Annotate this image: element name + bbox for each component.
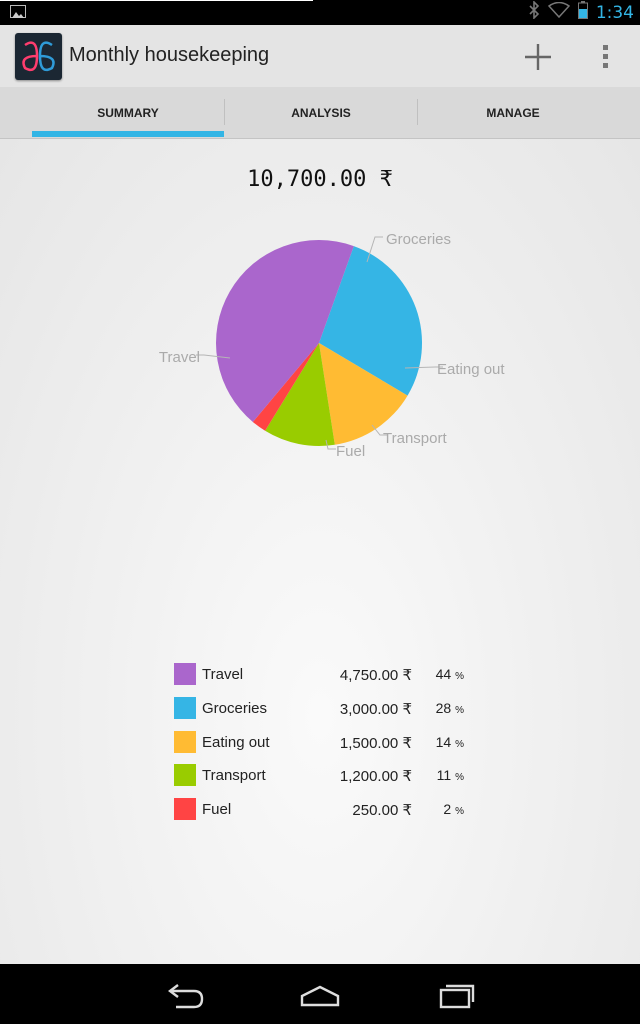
back-icon[interactable] (160, 978, 210, 1012)
pie-label: Transport (383, 430, 447, 447)
legend-name: Groceries (202, 700, 268, 717)
pie-label: Groceries (386, 231, 451, 248)
add-icon[interactable] (522, 41, 554, 73)
status-bar: 1:34 (0, 0, 640, 25)
pie-label: Fuel (336, 443, 365, 460)
legend-swatch (174, 663, 196, 685)
legend-percent: 11 % (436, 767, 464, 783)
legend-name: Fuel (202, 801, 232, 818)
status-time: 1:34 (595, 2, 634, 23)
legend-swatch (174, 798, 196, 820)
legend-swatch (174, 764, 196, 786)
legend-row: Groceries 3,000.00 ₹ 28 % (174, 697, 474, 719)
overflow-menu-icon[interactable] (600, 43, 612, 71)
legend-row: Fuel 250.00 ₹ 2 % (174, 798, 474, 820)
pie-label: Eating out (437, 361, 505, 378)
navigation-bar (0, 964, 640, 1024)
legend-name: Eating out (202, 734, 270, 751)
wifi-icon (547, 1, 570, 23)
tab-selected-indicator (32, 131, 224, 137)
bluetooth-icon (528, 0, 540, 24)
legend-percent: 2 % (443, 801, 464, 817)
legend-amount: 1,200.00 ₹ (339, 768, 412, 785)
legend-percent: 44 % (435, 666, 464, 682)
app-logo-icon[interactable] (15, 33, 62, 80)
legend-name: Transport (202, 767, 266, 784)
status-progress (0, 0, 313, 1)
tab-manage[interactable]: MANAGE (418, 87, 608, 138)
legend-amount: 3,000.00 ₹ (339, 701, 412, 718)
legend-swatch (174, 731, 196, 753)
legend-name: Travel (202, 666, 244, 683)
battery-icon (577, 1, 588, 24)
tab-analysis[interactable]: ANALYSIS (225, 87, 417, 138)
home-icon[interactable] (295, 978, 345, 1012)
legend-row: Transport 1,200.00 ₹ 11 % (174, 764, 474, 786)
legend-amount: 1,500.00 ₹ (339, 735, 412, 752)
action-bar: Monthly housekeeping (0, 25, 640, 88)
legend-percent: 14 % (435, 734, 464, 750)
legend-amount: 250.00 ₹ (352, 802, 412, 819)
recents-icon[interactable] (432, 978, 482, 1012)
pie-label: Travel (159, 349, 200, 366)
legend-percent: 28 % (435, 700, 464, 716)
image-notification-icon (10, 5, 26, 18)
pie-chart: Groceries Eating out Transport Fuel Travel (159, 231, 506, 460)
legend-amount: 4,750.00 ₹ (339, 667, 412, 684)
legend-row: Travel 4,750.00 ₹ 44 % (174, 663, 474, 685)
app-title: Monthly housekeeping (69, 44, 270, 66)
legend-row: Eating out 1,500.00 ₹ 14 % (174, 731, 474, 753)
legend-swatch (174, 697, 196, 719)
tab-bar: SUMMARY ANALYSIS MANAGE (0, 87, 640, 139)
